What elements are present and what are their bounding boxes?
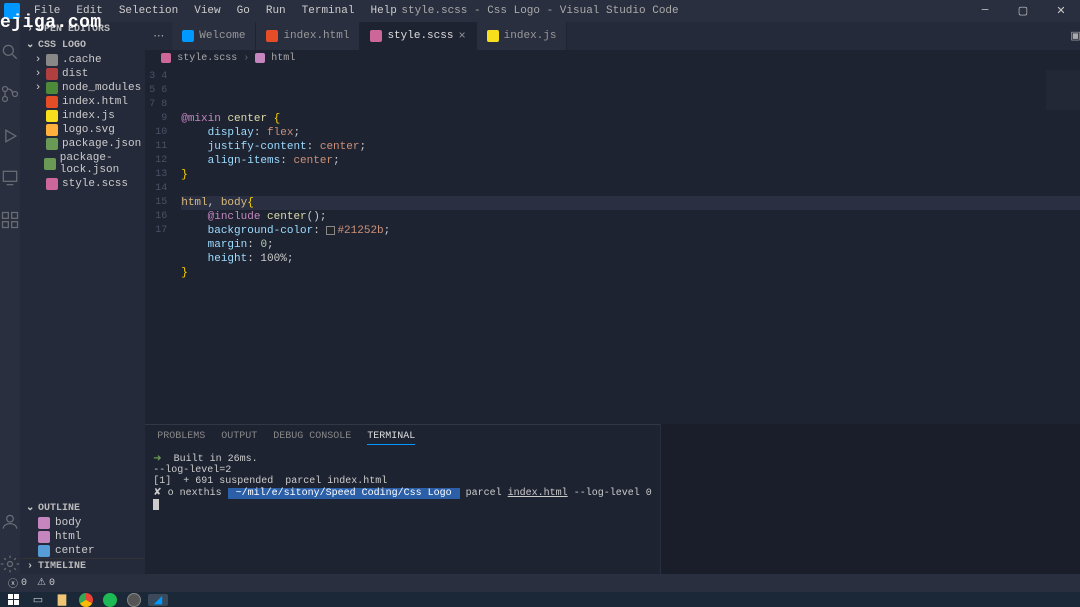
more-actions-icon[interactable]: ⋯ xyxy=(145,22,172,50)
project-section[interactable]: ⌄ CSS LOGO xyxy=(20,37,145,53)
explorer-sidebar: › OPEN EDITORS ⌄ CSS LOGO ›.cache ›dist … xyxy=(20,22,145,574)
folder-icon xyxy=(46,68,58,80)
menu-terminal[interactable]: Terminal xyxy=(296,3,361,19)
js-file-icon xyxy=(487,30,499,42)
panel-tab-output[interactable]: OUTPUT xyxy=(221,429,257,445)
settings-gear-icon[interactable] xyxy=(0,554,20,574)
tree-folder[interactable]: ›.cache xyxy=(30,53,145,67)
tree-file[interactable]: logo.svg xyxy=(30,123,145,137)
svg-file-icon xyxy=(46,124,58,136)
outline-item[interactable]: center xyxy=(38,544,145,558)
tree-folder[interactable]: ›node_modules xyxy=(30,81,145,95)
folder-icon xyxy=(46,54,58,66)
tree-file[interactable]: package.json xyxy=(30,137,145,151)
vscode-logo-icon xyxy=(4,3,20,19)
spotify-icon[interactable] xyxy=(100,594,120,606)
scss-file-icon xyxy=(370,30,382,42)
start-button[interactable] xyxy=(4,594,24,606)
vscode-icon xyxy=(182,30,194,42)
split-editor-icon[interactable]: ▣ xyxy=(1070,29,1080,43)
symbol-mixin-icon xyxy=(38,545,50,557)
folder-icon xyxy=(46,82,58,94)
code-content[interactable]: @mixin center { display: flex; justify-c… xyxy=(181,66,1080,424)
editor-pane: ⋯ Welcome index.html style.scss× index.j… xyxy=(145,22,1080,574)
secondary-panel xyxy=(660,424,1080,574)
panel-tab-problems[interactable]: PROBLEMS xyxy=(157,429,205,445)
chrome-icon[interactable] xyxy=(76,594,96,606)
timeline-section[interactable]: › TIMELINE xyxy=(20,558,145,574)
tree-file[interactable]: package-lock.json xyxy=(30,151,145,177)
tree-file[interactable]: style.scss xyxy=(30,177,145,191)
chevron-down-icon: ⌄ xyxy=(26,502,34,514)
maximize-button[interactable]: ▢ xyxy=(1004,0,1042,22)
editor-tabbar: ⋯ Welcome index.html style.scss× index.j… xyxy=(145,22,1080,50)
tab-style-scss[interactable]: style.scss× xyxy=(360,22,476,50)
outline-section[interactable]: ⌄ OUTLINE xyxy=(20,500,145,516)
menu-run[interactable]: Run xyxy=(260,3,292,19)
breadcrumb[interactable]: style.scss › html xyxy=(145,50,1080,66)
menu-file[interactable]: File xyxy=(28,3,66,19)
vscode-taskbar-icon[interactable]: ◢ xyxy=(148,594,168,606)
tree-file[interactable]: index.js xyxy=(30,109,145,123)
bottom-panel: PROBLEMS OUTPUT DEBUG CONSOLE TERMINAL ➜… xyxy=(145,424,659,574)
chevron-right-icon: › xyxy=(26,24,34,35)
breadcrumb-file[interactable]: style.scss xyxy=(177,53,237,64)
window-controls: ─ ▢ ✕ xyxy=(966,0,1080,22)
tab-index-js[interactable]: index.js xyxy=(477,22,568,50)
scss-file-icon xyxy=(161,53,171,63)
search-icon[interactable] xyxy=(0,42,20,62)
chevron-right-icon: › xyxy=(26,561,34,572)
symbol-element-icon xyxy=(38,531,50,543)
line-number-gutter: 3 4 5 6 7 8 9 10 11 12 13 14 15 16 17 xyxy=(145,66,181,424)
menu-bar: File Edit Selection View Go Run Terminal… xyxy=(28,3,403,19)
tree-folder[interactable]: ›dist xyxy=(30,67,145,81)
extensions-icon[interactable] xyxy=(0,210,20,230)
chevron-down-icon: ⌄ xyxy=(26,39,34,51)
panel-tab-debug-console[interactable]: DEBUG CONSOLE xyxy=(273,429,351,445)
minimap[interactable] xyxy=(1046,70,1080,110)
panel-tab-terminal[interactable]: TERMINAL xyxy=(367,429,415,445)
status-errors[interactable]: ⓧ 0 xyxy=(8,575,27,591)
menu-go[interactable]: Go xyxy=(231,3,256,19)
symbol-element-icon xyxy=(38,517,50,529)
task-view-icon[interactable]: ▭ xyxy=(28,594,48,606)
status-bar: ⓧ 0 ⚠ 0 xyxy=(0,574,1080,592)
close-button[interactable]: ✕ xyxy=(1042,0,1080,22)
window-title: style.scss - Css Logo - Visual Studio Co… xyxy=(401,5,678,17)
close-tab-icon[interactable]: × xyxy=(458,29,465,43)
account-icon[interactable] xyxy=(0,512,20,532)
scss-file-icon xyxy=(46,178,58,190)
remote-icon[interactable] xyxy=(0,168,20,188)
js-file-icon xyxy=(46,110,58,122)
panel-tabs: PROBLEMS OUTPUT DEBUG CONSOLE TERMINAL xyxy=(145,425,659,449)
title-bar: File Edit Selection View Go Run Terminal… xyxy=(0,0,1080,22)
menu-view[interactable]: View xyxy=(188,3,226,19)
file-tree: ›.cache ›dist ›node_modules index.html i… xyxy=(20,53,145,191)
code-editor[interactable]: 3 4 5 6 7 8 9 10 11 12 13 14 15 16 17 @m… xyxy=(145,66,1080,424)
tree-file[interactable]: index.html xyxy=(30,95,145,109)
file-explorer-icon[interactable]: ▇ xyxy=(52,594,72,606)
html-file-icon xyxy=(46,96,58,108)
windows-taskbar: ▭ ▇ ◢ xyxy=(0,592,1080,607)
status-warnings[interactable]: ⚠ 0 xyxy=(37,577,55,589)
open-editors-section[interactable]: › OPEN EDITORS xyxy=(20,22,145,37)
json-file-icon xyxy=(44,158,56,170)
json-file-icon xyxy=(46,138,58,150)
tab-welcome[interactable]: Welcome xyxy=(172,22,256,50)
menu-selection[interactable]: Selection xyxy=(113,3,184,19)
menu-edit[interactable]: Edit xyxy=(70,3,108,19)
outline-item[interactable]: body xyxy=(38,516,145,530)
tab-index-html[interactable]: index.html xyxy=(256,22,360,50)
minimize-button[interactable]: ─ xyxy=(966,0,1004,22)
breadcrumb-symbol[interactable]: html xyxy=(271,53,295,64)
outline-item[interactable]: html xyxy=(38,530,145,544)
symbol-element-icon xyxy=(255,53,265,63)
menu-help[interactable]: Help xyxy=(364,3,402,19)
app-icon[interactable] xyxy=(124,594,144,606)
source-control-icon[interactable] xyxy=(0,84,20,104)
html-file-icon xyxy=(266,30,278,42)
activity-bar xyxy=(0,22,20,574)
terminal-output[interactable]: ➜ Built in 26ms. --log-level=2 [1] + 691… xyxy=(145,449,659,574)
run-debug-icon[interactable] xyxy=(0,126,20,146)
